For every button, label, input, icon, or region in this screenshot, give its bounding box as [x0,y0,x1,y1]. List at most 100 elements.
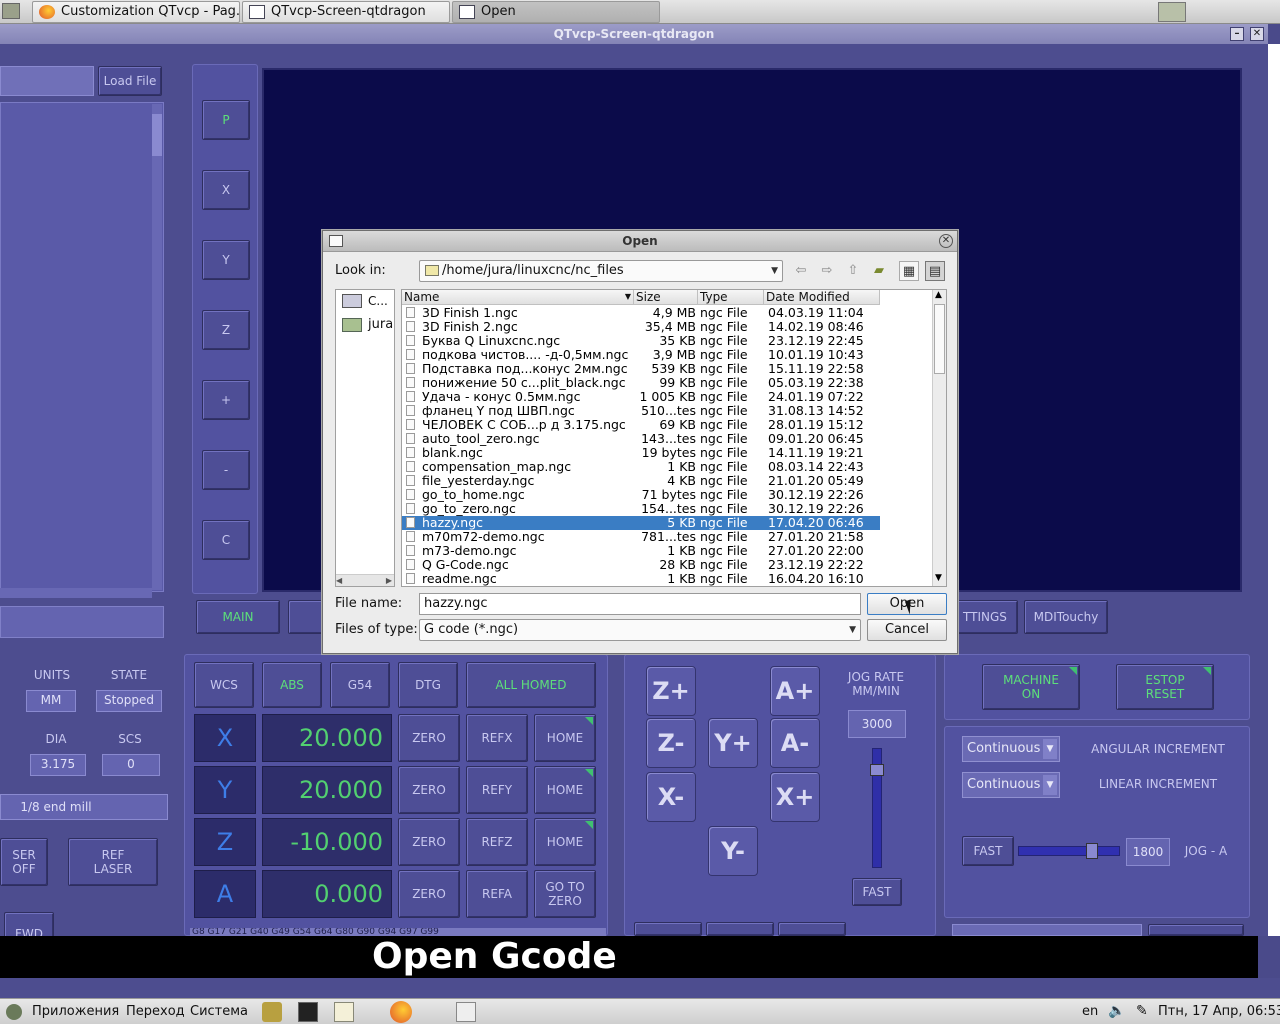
file-browser-scroll-thumb[interactable] [152,114,162,156]
ref-z-button[interactable]: REFZ [466,818,528,866]
ref-y-button[interactable]: REFY [466,766,528,814]
look-in-combo[interactable]: /home/jura/linuxcnc/nc_files ▼ [419,260,783,282]
file-row[interactable]: compensation_map.ngc 1 KB ngc File 08.03.14… [402,460,880,474]
jog-z-plus-button[interactable]: Z+ [646,666,696,716]
jog-fast-button[interactable]: FAST [852,878,902,906]
zero-y-button[interactable]: ZERO [398,766,460,814]
file-row[interactable]: Подставка под...конус 2мм.ngc 539 KB ngc F… [402,362,880,376]
jog-a-minus-button[interactable]: A- [770,718,820,768]
file-browser-scrollbar[interactable] [152,104,162,590]
file-row[interactable]: go_to_zero.ngc 154...tes ngc File 30.12.19 … [402,502,880,516]
view-button-p[interactable]: P [202,100,250,140]
detail-view-icon[interactable]: ▤ [925,261,945,281]
forward-icon[interactable]: ⇨ [817,261,837,281]
jog-a-slider-track[interactable] [1018,846,1120,856]
menu-system[interactable]: Система [190,1004,248,1019]
workspace-icon[interactable] [2,3,20,19]
file-row[interactable]: понижение 50 с...plit_black.ngc 99 KB ngc … [402,376,880,390]
file-row[interactable]: ЧЕЛОВЕК С СОБ...р д 3.175.ngc 69 KB ngc Fi… [402,418,880,432]
file-row[interactable]: file_yesterday.ngc 4 KB ngc File 21.01.20 0… [402,474,880,488]
firefox-launcher-icon[interactable] [390,1001,412,1023]
file-browser-hscrollbar[interactable] [0,588,152,598]
file-row[interactable]: blank.ngc 19 bytes ngc File 14.11.19 19:21 [402,446,880,460]
file-browser-list[interactable] [0,102,164,592]
home-y-button[interactable]: HOME [534,766,596,814]
column-header-size[interactable]: Size [634,290,698,305]
file-row[interactable]: readme.ngc 1 KB ngc File 16.04.20 16:10 [402,572,880,586]
jog-a-plus-button[interactable]: A+ [770,666,820,716]
zoom-out-button[interactable]: - [202,450,250,490]
home-x-button[interactable]: HOME [534,714,596,762]
jog-a-fast-button[interactable]: FAST [962,836,1014,866]
taskbar-tab-open[interactable]: Open [452,1,660,23]
file-row[interactable]: hazzy.ngc 5 KB ngc File 17.04.20 06:46 [402,516,880,530]
jog-y-minus-button[interactable]: Y- [708,826,758,876]
tab-main[interactable]: MAIN [196,600,280,634]
jog-extra-button-2[interactable] [706,922,774,936]
estop-reset-button[interactable]: ESTOP RESET [1116,664,1214,710]
clear-view-button[interactable]: C [202,520,250,560]
close-button[interactable]: ✕ [1250,27,1264,41]
ref-x-button[interactable]: REFX [466,714,528,762]
jog-x-plus-button[interactable]: X+ [770,772,820,822]
cancel-button[interactable]: Cancel [867,619,947,641]
column-header-type[interactable]: Type [698,290,764,305]
file-row[interactable]: фланец Y под ШВП.ngc 510...tes ngc File 31.… [402,404,880,418]
wcs-button[interactable]: WCS [194,662,254,708]
desktop-switcher-icon[interactable] [1158,2,1186,22]
home-z-button[interactable]: HOME [534,818,596,866]
abs-button[interactable]: ABS [262,662,322,708]
view-button-z[interactable]: Z [202,310,250,350]
column-header-name[interactable]: Name ▼ [402,290,634,305]
machine-on-button[interactable]: MACHINE ON [982,664,1080,710]
tab-mditouchy[interactable]: MDITouchy [1024,600,1108,634]
zero-a-button[interactable]: ZERO [398,870,460,918]
jog-extra-button-3[interactable] [778,922,846,936]
places-hscrollbar[interactable]: ◀ ▶ [336,574,394,586]
scroll-down-icon[interactable]: ▼ [935,573,942,583]
g54-button[interactable]: G54 [330,662,390,708]
linear-increment-select[interactable]: Continuous ▼ [962,772,1060,798]
show-desktop-icon[interactable] [456,1002,476,1022]
file-row[interactable]: m73-demo.ngc 1 KB ngc File 27.01.20 22:00 [402,544,880,558]
file-type-combo[interactable]: G code (*.ngc) ▼ [419,619,861,641]
view-button-x[interactable]: X [202,170,250,210]
scroll-thumb[interactable] [934,304,945,374]
jog-x-minus-button[interactable]: X- [646,772,696,822]
close-icon[interactable]: ✕ [939,234,953,248]
taskbar-tab-qtvcp[interactable]: QTvcp-Screen-qtdragon [242,1,450,23]
back-icon[interactable]: ⇦ [791,261,811,281]
view-button-y[interactable]: Y [202,240,250,280]
zero-z-button[interactable]: ZERO [398,818,460,866]
list-view-icon[interactable]: ▦ [899,261,919,281]
column-header-date[interactable]: Date Modified [764,290,880,305]
parent-dir-icon[interactable]: ⇧ [843,261,863,281]
dtg-button[interactable]: DTG [398,662,458,708]
zoom-in-button[interactable]: + [202,380,250,420]
new-folder-icon[interactable]: ▰ [869,261,889,281]
goto-zero-button[interactable]: GO TO ZERO [534,870,596,918]
jog-a-slider-handle[interactable] [1086,843,1098,859]
volume-icon[interactable]: 🔈 [1108,1003,1125,1019]
editor-launcher-icon[interactable] [334,1002,354,1022]
place-computer[interactable]: C... [338,292,392,310]
file-row[interactable]: подкова чистов.... -д-0,5мм.ngc 3,9 MB ngc… [402,348,880,362]
file-row[interactable]: auto_tool_zero.ngc 143...tes ngc File 09.01… [402,432,880,446]
file-row[interactable]: 3D Finish 2.ngc 35,4 MB ngc File 14.02.19 0… [402,320,880,334]
file-row[interactable]: Удача - конус 0.5мм.ngc 1 005 KB ngc File 2… [402,390,880,404]
file-row[interactable]: go_to_home.ngc 71 bytes ngc File 30.12.19 2… [402,488,880,502]
terminal-launcher-icon[interactable] [298,1002,318,1022]
tab-settings[interactable]: TTINGS [952,600,1018,634]
ref-laser-button[interactable]: REF LASER [68,838,158,886]
place-home[interactable]: jura [338,316,394,334]
jog-extra-button-1[interactable] [634,922,702,936]
file-name-input[interactable]: hazzy.ngc [419,593,861,615]
file-row[interactable]: Q G-Code.ngc 28 KB ngc File 23.12.19 22:22 [402,558,880,572]
zero-x-button[interactable]: ZERO [398,714,460,762]
jog-rate-slider-handle[interactable] [870,764,884,776]
menu-places[interactable]: Переход [126,1004,185,1019]
angular-increment-select[interactable]: Continuous ▼ [962,736,1060,762]
menu-applications[interactable]: Приложения [32,1004,119,1019]
file-list-vscrollbar[interactable]: ▲ ▼ [932,290,946,586]
minimize-button[interactable]: – [1230,27,1244,41]
